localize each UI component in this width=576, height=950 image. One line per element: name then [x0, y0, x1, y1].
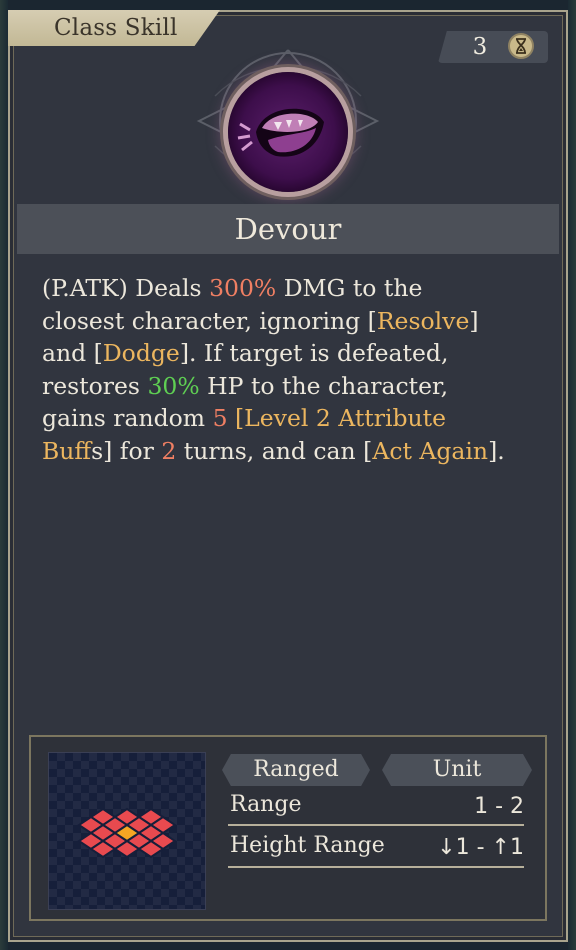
description-line-6: Buffs] for 2 turns, and can [Act Again]. — [42, 436, 505, 465]
range-label: Range — [230, 792, 302, 817]
range-pattern-icon — [77, 807, 177, 859]
class-skill-tab: Class Skill — [8, 10, 220, 46]
description-line-2: closest character, ignoring [Resolve] — [42, 306, 479, 335]
cooldown-turns: 3 — [472, 34, 488, 60]
description-line-5: gains random 5 [Level 2 Attribute — [42, 404, 446, 432]
description-line-4: restores 30% HP to the character, — [42, 371, 449, 400]
keyword-act-again[interactable]: Act Again — [372, 437, 488, 465]
divider — [228, 824, 524, 826]
description-line-3: and [Dodge]. If target is defeated, — [42, 339, 449, 367]
height-range-value: ↓1 - ↑1 — [437, 835, 524, 860]
tag-unit: Unit — [382, 754, 532, 786]
keyword-resolve[interactable]: Resolve — [377, 307, 470, 335]
keyword-dodge[interactable]: Dodge — [103, 339, 180, 367]
tag-ranged: Ranged — [222, 754, 370, 786]
divider — [228, 866, 524, 868]
range-grid-preview — [48, 752, 206, 910]
description-line-1: (P.ATK) Deals 300% DMG to the — [42, 274, 423, 302]
hourglass-icon — [508, 33, 534, 59]
skill-name: Devour — [17, 204, 559, 254]
range-value: 1 - 2 — [474, 794, 524, 819]
skill-description: (P.ATK) Deals 300% DMG to the closest ch… — [42, 272, 542, 467]
height-range-label: Height Range — [230, 833, 385, 858]
keyword-attribute-buffs[interactable]: [Level 2 Attribute — [235, 404, 446, 432]
devour-mouth-icon — [228, 72, 348, 192]
